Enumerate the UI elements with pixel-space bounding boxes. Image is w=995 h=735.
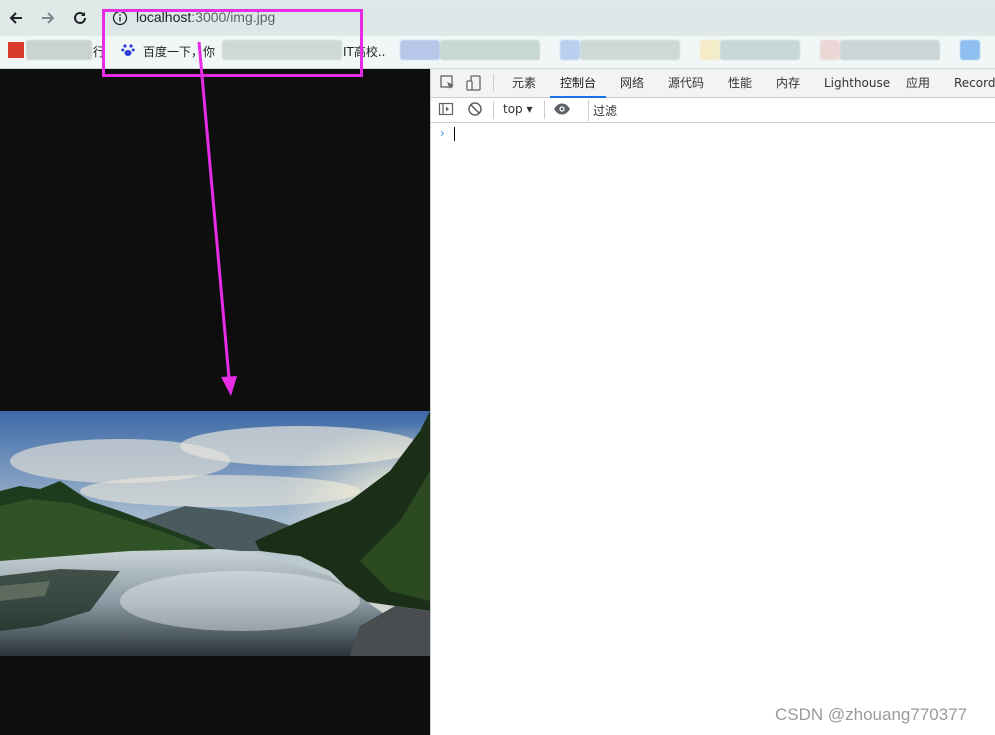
- console-prompt-icon: ›: [440, 126, 445, 140]
- highlight-annotation-box: [102, 9, 363, 77]
- tab-elements[interactable]: 元素: [512, 69, 536, 97]
- tab-separator: [493, 74, 494, 92]
- blurred-bookmark[interactable]: [840, 40, 940, 60]
- watermark: CSDN @zhouang770377: [775, 705, 968, 724]
- blurred-bookmark[interactable]: [440, 40, 540, 60]
- context-selector[interactable]: top ▾: [503, 102, 533, 116]
- bookmark-favicon: [8, 42, 24, 58]
- clear-console-icon[interactable]: [467, 101, 485, 119]
- blurred-bookmark[interactable]: [960, 40, 980, 60]
- blurred-bookmark[interactable]: [580, 40, 680, 60]
- eye-icon[interactable]: [553, 101, 571, 119]
- devtools-tab-bar: 元素 控制台 网络 源代码 性能 内存 Lighthouse 应用 Record…: [431, 69, 995, 98]
- reload-icon[interactable]: [68, 6, 92, 30]
- forward-icon[interactable]: [36, 6, 60, 30]
- tab-recorder[interactable]: Recorder: [954, 69, 995, 97]
- landscape-image: [0, 411, 430, 656]
- blurred-bookmark[interactable]: [820, 40, 840, 60]
- blurred-bookmark[interactable]: [560, 40, 580, 60]
- tab-lighthouse[interactable]: Lighthouse: [824, 69, 890, 97]
- blurred-bookmark[interactable]: [400, 40, 440, 60]
- toolbar-separator: [493, 101, 494, 119]
- chevron-down-icon: ▾: [526, 102, 533, 116]
- blurred-bookmark[interactable]: [720, 40, 800, 60]
- devtools-panel: 元素 控制台 网络 源代码 性能 内存 Lighthouse 应用 Record…: [430, 69, 995, 735]
- inspect-element-icon[interactable]: [439, 74, 457, 92]
- tab-performance[interactable]: 性能: [728, 69, 752, 97]
- back-icon[interactable]: [4, 6, 28, 30]
- tab-network[interactable]: 网络: [620, 69, 644, 97]
- tab-sources[interactable]: 源代码: [668, 69, 704, 97]
- sidebar-toggle-icon[interactable]: [438, 101, 456, 119]
- tab-application[interactable]: 应用: [906, 69, 930, 97]
- blurred-bookmark[interactable]: [700, 40, 720, 60]
- tab-console[interactable]: 控制台: [549, 69, 607, 98]
- toolbar-separator: [544, 101, 545, 119]
- context-value: top: [503, 102, 523, 116]
- console-output[interactable]: ›: [431, 124, 995, 735]
- blurred-bookmark[interactable]: [26, 40, 92, 60]
- page-viewport: [0, 69, 430, 735]
- console-toolbar: top ▾: [431, 98, 995, 123]
- filter-input[interactable]: [588, 100, 995, 121]
- tab-memory[interactable]: 内存: [776, 69, 800, 97]
- text-cursor: [454, 127, 455, 141]
- device-toolbar-icon[interactable]: [465, 74, 483, 92]
